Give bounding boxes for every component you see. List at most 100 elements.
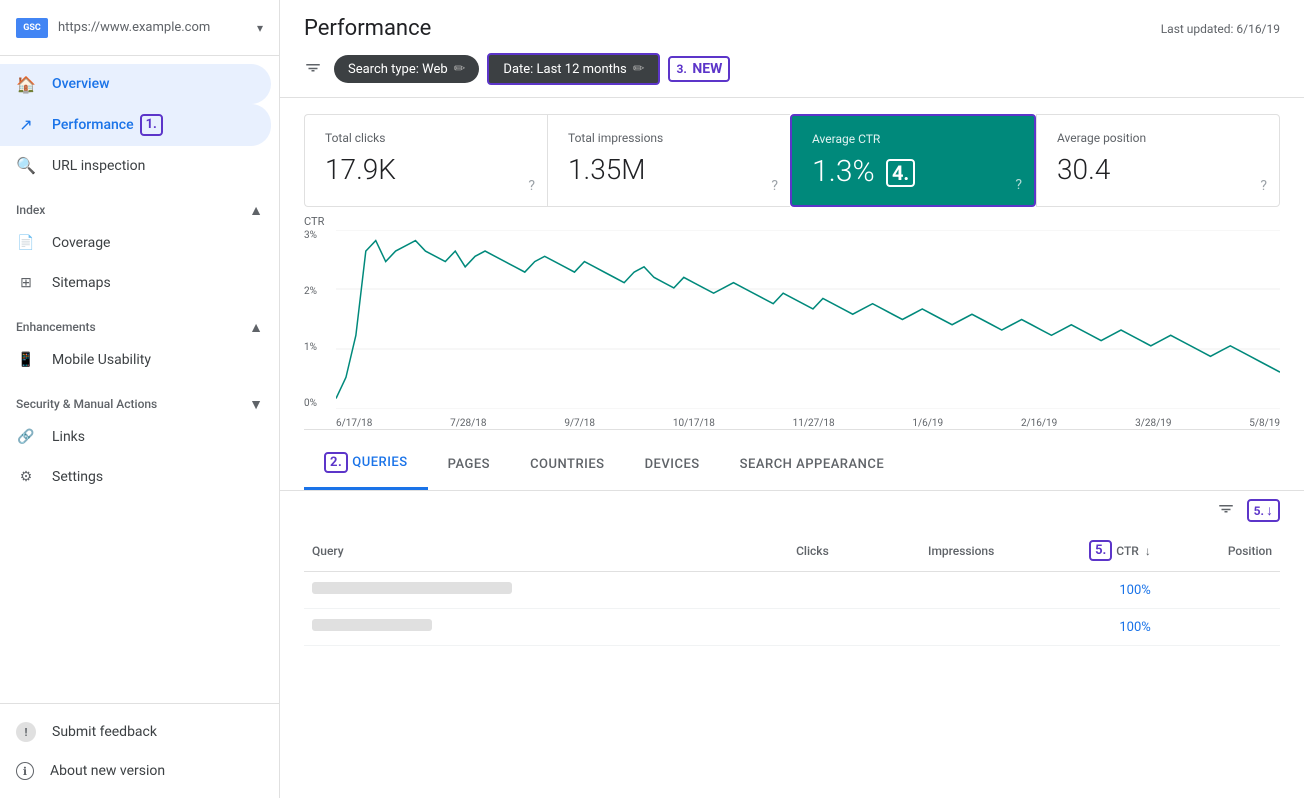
sidebar-item-performance[interactable]: ↗ Performance 1.	[0, 104, 271, 146]
site-url: https://www.example.com	[58, 20, 210, 35]
search-type-edit-icon: ✏	[454, 61, 466, 77]
new-badge-container: 3. NEW	[668, 56, 730, 82]
th-impressions[interactable]: Impressions	[837, 530, 1003, 572]
x-tick-0: 6/17/18	[336, 418, 372, 429]
total-impressions-help[interactable]: ?	[771, 178, 778, 194]
average-ctr-help[interactable]: ?	[1015, 177, 1022, 193]
metric-total-clicks: Total clicks 17.9K ?	[304, 114, 547, 207]
tabs-row: 2. QUERIES PAGES COUNTRIES DEVICES SEARC…	[280, 438, 1304, 491]
clicks-cell-1	[739, 572, 837, 609]
sidebar-section-security[interactable]: Security & Manual Actions ▼	[0, 380, 279, 417]
x-tick-5: 1/6/19	[912, 418, 943, 429]
sidebar-section-index[interactable]: Index ▲	[0, 186, 279, 223]
sidebar-item-coverage[interactable]: 📄 Coverage	[0, 223, 271, 263]
sidebar-item-mobile-usability[interactable]: 📱 Mobile Usability	[0, 340, 271, 380]
sidebar-item-links[interactable]: 🔗 Links	[0, 417, 271, 457]
logo-area[interactable]: GSC https://www.example.com ▾	[0, 0, 279, 56]
sidebar-item-label-submit-feedback: Submit feedback	[52, 724, 157, 740]
sidebar: GSC https://www.example.com ▾ 🏠 Overview…	[0, 0, 280, 798]
enhancements-collapse-icon: ▲	[249, 319, 263, 336]
sidebar-item-url-inspection[interactable]: 🔍 URL inspection	[0, 146, 271, 186]
url-inspection-icon: 🔍	[16, 156, 36, 176]
x-tick-7: 3/28/19	[1135, 418, 1171, 429]
sidebar-item-settings[interactable]: ⚙ Settings	[0, 457, 271, 497]
chart-svg	[336, 230, 1280, 409]
sidebar-item-overview[interactable]: 🏠 Overview	[0, 64, 271, 104]
average-position-value: 30.4	[1057, 153, 1259, 186]
tab-pages[interactable]: PAGES	[428, 438, 510, 490]
security-collapse-icon: ▼	[249, 396, 263, 413]
sidebar-item-sitemaps[interactable]: ⊞ Sitemaps	[0, 263, 271, 303]
chart-y-axis: 0% 1% 2% 3%	[304, 230, 332, 409]
index-section-label: Index	[16, 203, 45, 217]
date-chip[interactable]: Date: Last 12 months ✏	[487, 53, 660, 85]
sidebar-item-label-url-inspection: URL inspection	[52, 158, 145, 174]
x-tick-1: 7/28/18	[450, 418, 486, 429]
total-clicks-label: Total clicks	[325, 131, 527, 145]
query-redacted-2	[312, 619, 432, 631]
sidebar-item-label-settings: Settings	[52, 469, 103, 485]
download-arrow-icon: ↓	[1266, 502, 1273, 519]
filter-icon[interactable]	[304, 58, 322, 81]
th-query[interactable]: Query	[304, 530, 739, 572]
security-section-label: Security & Manual Actions	[16, 397, 157, 411]
sidebar-item-label-mobile-usability: Mobile Usability	[52, 352, 151, 368]
chart-area: CTR 0% 1% 2% 3% 6/17/18	[280, 207, 1304, 438]
th-position[interactable]: Position	[1159, 530, 1280, 572]
metric-average-position: Average position 30.4 ?	[1036, 114, 1280, 207]
th-clicks[interactable]: Clicks	[739, 530, 837, 572]
feedback-icon: !	[16, 722, 36, 742]
average-ctr-step-badge: 4.	[886, 159, 915, 187]
average-ctr-value: 1.3% 4.	[812, 154, 1014, 189]
sidebar-item-label-overview: Overview	[52, 76, 109, 92]
x-tick-6: 2/16/19	[1021, 418, 1057, 429]
performance-step-badge: 1.	[140, 114, 163, 136]
tab-pages-label: PAGES	[448, 457, 490, 472]
table-area: 5. ↓ Query Clicks Impressions	[280, 491, 1304, 798]
home-icon: 🏠	[16, 74, 36, 94]
metric-average-ctr: Average CTR 1.3% 4. ?	[790, 114, 1036, 207]
sidebar-item-label-performance: Performance	[52, 117, 134, 133]
sitemaps-icon: ⊞	[16, 273, 36, 293]
query-redacted-1	[312, 582, 512, 594]
search-type-chip[interactable]: Search type: Web ✏	[334, 55, 479, 83]
mobile-usability-icon: 📱	[16, 350, 36, 370]
toolbar: Search type: Web ✏ Date: Last 12 months …	[280, 41, 1304, 98]
sidebar-section-enhancements[interactable]: Enhancements ▲	[0, 303, 279, 340]
table-header-row: Query Clicks Impressions 5. CTR ↓	[304, 530, 1280, 572]
page-title: Performance	[304, 16, 431, 41]
tab-search-appearance[interactable]: SEARCH APPEARANCE	[720, 438, 905, 490]
impressions-cell-1	[837, 572, 1003, 609]
average-position-help[interactable]: ?	[1260, 178, 1267, 194]
chart-container: 0% 1% 2% 3% 6/17/18 7/28/18 9	[304, 230, 1280, 430]
tab-queries[interactable]: 2. QUERIES	[304, 438, 428, 490]
main-content: Performance Last updated: 6/16/19 Search…	[280, 0, 1304, 798]
ctr-th-step-badge: 5.	[1089, 540, 1112, 561]
x-tick-3: 10/17/18	[673, 418, 715, 429]
chart-x-axis: 6/17/18 7/28/18 9/7/18 10/17/18 11/27/18…	[336, 411, 1280, 429]
y-tick-1: 1%	[304, 342, 332, 353]
tab-countries[interactable]: COUNTRIES	[510, 438, 625, 490]
settings-icon: ⚙	[16, 467, 36, 487]
ctr-sort-icon: ↓	[1145, 544, 1151, 558]
site-selector-arrow[interactable]: ▾	[257, 21, 263, 35]
th-ctr[interactable]: 5. CTR ↓	[1002, 530, 1159, 572]
tab-countries-label: COUNTRIES	[530, 457, 605, 472]
tab-devices-label: DEVICES	[645, 457, 700, 472]
position-cell-1	[1159, 572, 1280, 609]
total-clicks-help[interactable]: ?	[528, 178, 535, 194]
logo-icon: GSC	[16, 18, 48, 38]
tab-devices[interactable]: DEVICES	[625, 438, 720, 490]
date-edit-icon: ✏	[633, 61, 645, 77]
table-filter-icon[interactable]	[1217, 499, 1235, 522]
search-type-label: Search type: Web	[348, 62, 448, 77]
y-tick-3: 3%	[304, 230, 332, 241]
date-label: Date: Last 12 months	[503, 62, 626, 77]
download-button[interactable]: 5. ↓	[1247, 499, 1280, 522]
table-toolbar: 5. ↓	[304, 491, 1280, 530]
sidebar-item-label-coverage: Coverage	[52, 235, 110, 251]
links-icon: 🔗	[16, 427, 36, 447]
sidebar-item-about-new-version[interactable]: ℹ About new version	[0, 752, 271, 790]
sidebar-item-submit-feedback[interactable]: ! Submit feedback	[0, 712, 271, 752]
average-ctr-label: Average CTR	[812, 132, 1014, 146]
